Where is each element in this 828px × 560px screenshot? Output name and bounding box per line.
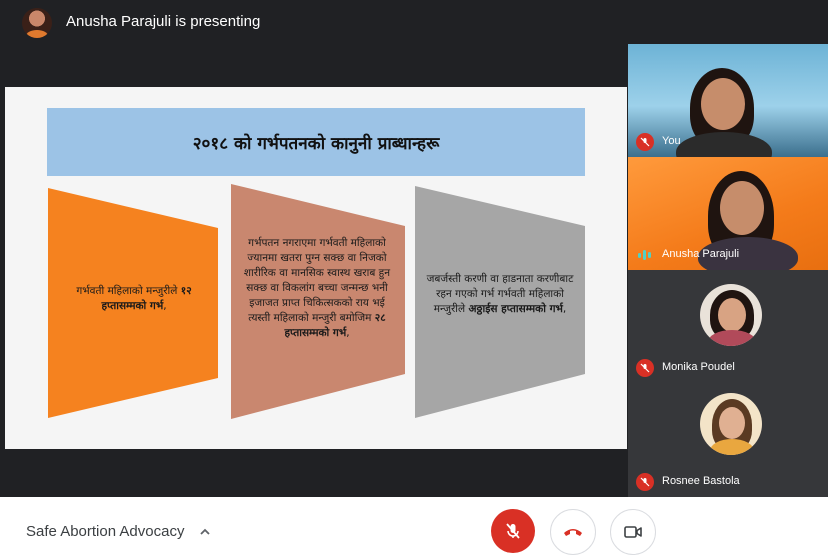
mic-off-icon	[636, 133, 654, 151]
participant-avatar	[700, 393, 762, 455]
presentation-slide: २०१८ को गर्भपतनको कानुनी प्राब्धान्हरू ग…	[5, 87, 627, 449]
participant-name: Anusha Parajuli	[662, 248, 740, 260]
slide-box-2-text: गर्भपतन नगराएमा गर्भवती महिलाको ज्यानमा …	[243, 237, 391, 339]
presenter-bar: Anusha Parajuli is presenting	[0, 0, 828, 44]
participant-name: Rosnee Bastola	[662, 475, 740, 487]
hang-up-icon	[564, 529, 582, 536]
meeting-title[interactable]: Safe Abortion Advocacy	[26, 523, 184, 540]
presenting-status: Anusha Parajuli is presenting	[66, 13, 261, 30]
participant-name: You	[662, 135, 681, 147]
participant-tile-rosnee[interactable]: Rosnee Bastola	[628, 383, 828, 497]
presenter-avatar	[22, 8, 52, 38]
slide-box-2: गर्भपतन नगराएमा गर्भवती महिलाको ज्यानमा …	[231, 184, 405, 419]
slide-box-3: जबर्जस्ती करणी वा हाडनाता करणीबाट रहन गए…	[415, 186, 585, 418]
mic-off-icon	[506, 523, 520, 539]
chevron-up-icon[interactable]	[198, 525, 212, 539]
participant-tile-monika[interactable]: Monika Poudel	[628, 270, 828, 383]
audio-level-icon	[638, 250, 651, 260]
slide-box-3-text: जबर्जस्ती करणी वा हाडनाता करणीबाट रहन गए…	[426, 273, 574, 315]
video-camera-icon	[624, 526, 642, 538]
leave-call-button[interactable]	[550, 509, 596, 555]
participant-tiles: You Anusha Parajuli Monika Poudel Rosnee…	[628, 44, 828, 497]
call-controls-bar: Safe Abortion Advocacy	[0, 497, 828, 560]
mic-off-icon	[636, 473, 654, 491]
meeting-stage: Anusha Parajuli is presenting २०१८ को गर…	[0, 0, 828, 497]
slide-title: २०१८ को गर्भपतनको कानुनी प्राब्धान्हरू	[47, 108, 585, 176]
participant-tile-you[interactable]: You	[628, 44, 828, 172]
microphone-toggle-button[interactable]	[491, 509, 535, 553]
slide-box-1-text: गर्भवती महिलाको मन्जुरीले १२ हप्तासम्मको…	[76, 285, 192, 312]
participant-tile-anusha[interactable]: Anusha Parajuli	[628, 157, 828, 277]
participant-avatar	[700, 284, 762, 346]
participant-name: Monika Poudel	[662, 361, 735, 373]
slide-box-1: गर्भवती महिलाको मन्जुरीले १२ हप्तासम्मको…	[48, 188, 218, 418]
camera-toggle-button[interactable]	[610, 509, 656, 555]
mic-off-icon	[636, 359, 654, 377]
shared-screen[interactable]: २०१८ को गर्भपतनको कानुनी प्राब्धान्हरू ग…	[0, 44, 628, 497]
